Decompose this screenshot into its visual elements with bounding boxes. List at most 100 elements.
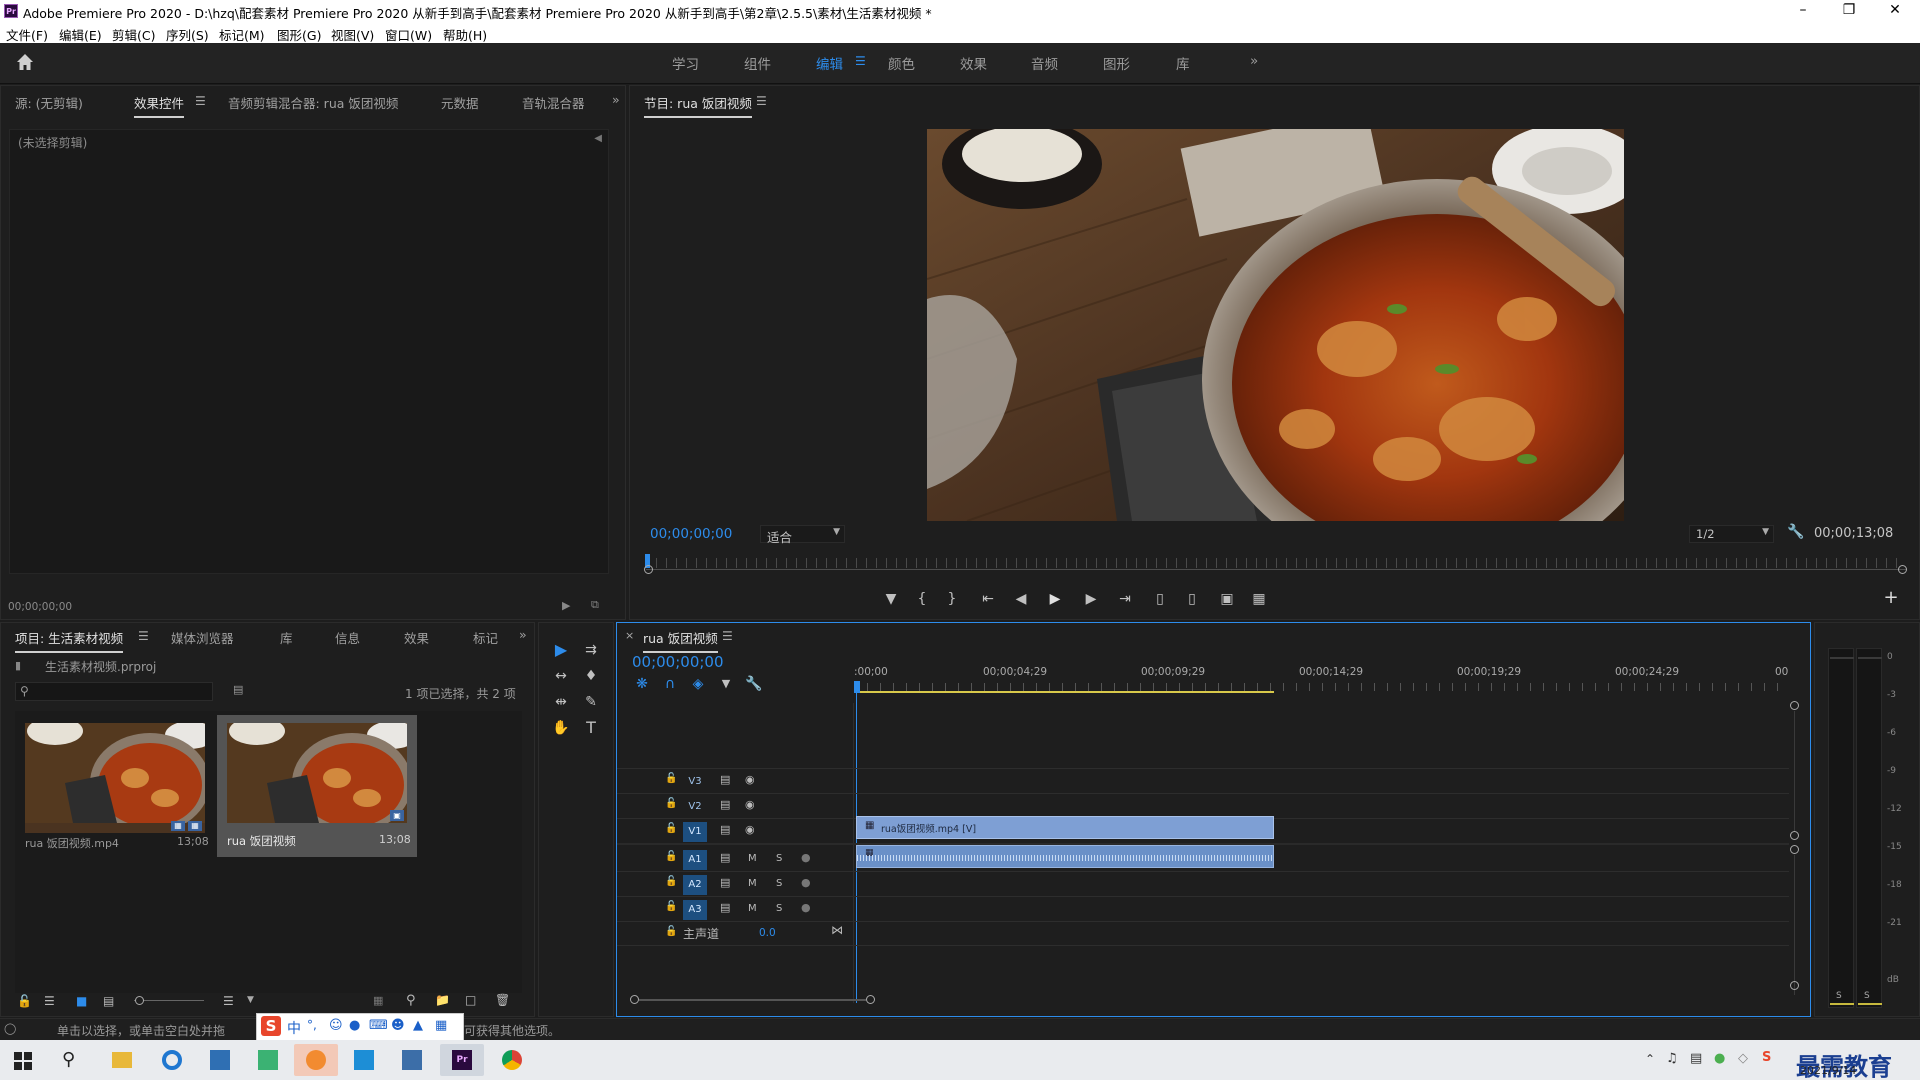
h-scroll-left-handle[interactable] [630,995,639,1004]
menu-file[interactable]: 文件(F) [6,25,48,44]
program-scrub-ruler[interactable] [646,558,1906,568]
more-tabs-icon[interactable]: » [612,92,620,107]
mute-button[interactable]: M [748,853,757,864]
new-bin-search-icon[interactable]: ▤ [233,683,243,696]
eye-icon[interactable]: ◉ [745,773,755,786]
punctuation-icon[interactable]: °, [307,1018,317,1032]
snap-icon[interactable]: ∩ [661,675,679,693]
workspace-audio[interactable]: 音频 [1031,53,1058,73]
master-level-value[interactable]: 0.0 [759,927,776,939]
track-v2-label[interactable]: V2 [683,797,707,817]
new-bin-icon[interactable]: 📁 [435,993,450,1007]
menu-sequence[interactable]: 序列(S) [166,25,209,44]
solo-right-button[interactable]: S [1864,991,1870,1001]
camera-icon[interactable]: ▣ [1218,590,1236,608]
lock-icon[interactable]: 🔓 [665,901,677,912]
mark-in-icon[interactable]: { [913,590,931,608]
tray-app-icon[interactable]: ◇ [1738,1051,1748,1066]
zoom-handle-right[interactable] [1898,565,1907,574]
tab-metadata[interactable]: 元数据 [441,93,479,112]
fit-dropdown[interactable]: 适合 ▼ [760,525,845,545]
home-icon[interactable] [14,51,36,77]
track-a3-label[interactable]: A3 [683,900,707,920]
h-scroll-bar[interactable] [639,999,866,1001]
step-forward-icon[interactable]: ▶ [1082,590,1100,608]
emoji-icon[interactable]: ☺ [329,1018,343,1033]
sequence-tab[interactable]: rua 饭团视频 [643,628,718,653]
tab-info[interactable]: 信息 [335,628,360,647]
icon-view-icon[interactable]: ■ [76,994,87,1008]
sync-lock-icon[interactable]: ▤ [720,773,730,786]
track-v3-label[interactable]: V3 [683,772,707,792]
mic-icon[interactable]: ● [801,901,811,914]
hand-tool-icon[interactable]: ✋ [551,719,571,737]
source-timecode[interactable]: 00;00;00;00 [8,601,72,613]
add-button-icon[interactable]: + [1882,589,1900,607]
nest-icon[interactable]: ❋ [633,675,651,693]
workspace-editing[interactable]: 编辑 [816,53,843,73]
marker-icon[interactable]: ▼ [882,590,900,608]
program-playhead-timecode[interactable]: 00;00;00;00 [650,526,732,542]
menu-clip[interactable]: 剪辑(C) [112,25,155,44]
more-tabs-icon[interactable]: » [519,627,527,642]
solo-button[interactable]: S [776,878,782,889]
mute-button[interactable]: M [748,878,757,889]
zoom-slider[interactable] [134,1000,204,1001]
workspace-color[interactable]: 颜色 [888,53,915,73]
ripple-edit-tool-icon[interactable]: ↔ [551,667,571,685]
automate-icon[interactable]: ▦ [373,994,383,1007]
chrome-icon[interactable] [490,1044,534,1076]
mute-button[interactable]: M [748,903,757,914]
video-scrollbar-track[interactable] [1794,711,1795,831]
video-preview[interactable] [927,129,1624,521]
video-scroll-bottom-handle[interactable] [1790,831,1799,840]
menu-window[interactable]: 窗口(W) [385,25,432,44]
audio-clip[interactable]: ▦ [856,845,1274,868]
export-icon[interactable]: ⧉ [591,598,599,612]
workspace-assembly[interactable]: 组件 [744,53,771,73]
sync-lock-icon[interactable]: ▤ [720,798,730,811]
lock-icon[interactable]: 🔓 [665,773,677,784]
file-explorer-icon[interactable] [100,1044,144,1076]
premiere-taskbar-icon[interactable]: Pr [440,1044,484,1076]
track-v1-label[interactable]: V1 [683,822,707,842]
menu-edit[interactable]: 编辑(E) [59,25,102,44]
sync-lock-icon[interactable]: ▤ [720,823,730,836]
tab-markers[interactable]: 标记 [473,628,499,647]
timeline-ruler-ticks[interactable] [854,683,1789,691]
timeline-timecode[interactable]: 00;00;00;00 [632,653,724,671]
resolution-dropdown[interactable]: 1/2 ▼ [1689,525,1774,543]
selection-tool-icon[interactable]: ▶ [551,641,571,659]
find-icon[interactable]: ⚲ [406,993,416,1008]
edge-icon[interactable] [150,1044,194,1076]
list-view-icon[interactable]: ☰ [44,994,55,1008]
skin-icon[interactable]: ▲ [413,1018,423,1033]
workspace-graphics[interactable]: 图形 [1103,53,1130,73]
mic-icon[interactable]: ● [801,876,811,889]
project-item-selected[interactable]: ▣ rua 饭团视频 13;08 [217,715,417,857]
razor-tool-icon[interactable]: ♦ [581,667,601,685]
app-icon-1[interactable] [198,1044,242,1076]
new-item-icon[interactable]: □ [465,993,476,1007]
step-back-icon[interactable]: ◀ [1012,590,1030,608]
audio-scrollbar-track[interactable] [1794,855,1795,995]
tab-audio-clip-mixer[interactable]: 音频剪辑混合器: rua 饭团视频 [228,93,398,112]
lock-icon[interactable]: 🔓 [665,926,677,937]
ime-toolbar[interactable]: S 中 °, ☺ ● ⌨ ☻ ▲ ▦ [256,1013,464,1041]
tab-effect-controls[interactable]: 效果控件 [134,93,185,118]
volume-icon[interactable]: ♫ [1666,1051,1678,1066]
program-monitor-title[interactable]: 节目: rua 饭团视频 [644,93,752,118]
lock-icon[interactable]: 🔓 [665,851,677,862]
restore-button[interactable]: ❐ [1826,0,1872,22]
audio-scroll-top-handle[interactable] [1790,845,1799,854]
play-icon[interactable]: ▶ [1046,590,1064,608]
workspace-libraries[interactable]: 库 [1176,53,1190,73]
keyboard-icon[interactable]: ⌨ [369,1018,388,1033]
work-area-bar[interactable] [854,691,1274,693]
tab-libraries[interactable]: 库 [280,628,293,647]
tab-media-browser[interactable]: 媒体浏览器 [171,628,234,647]
chevron-down-icon[interactable]: ▼ [247,995,254,1005]
tray-expand-icon[interactable]: ⌃ [1645,1052,1655,1066]
slip-tool-icon[interactable]: ⇹ [551,693,571,711]
tab-effects[interactable]: 效果 [404,628,429,647]
